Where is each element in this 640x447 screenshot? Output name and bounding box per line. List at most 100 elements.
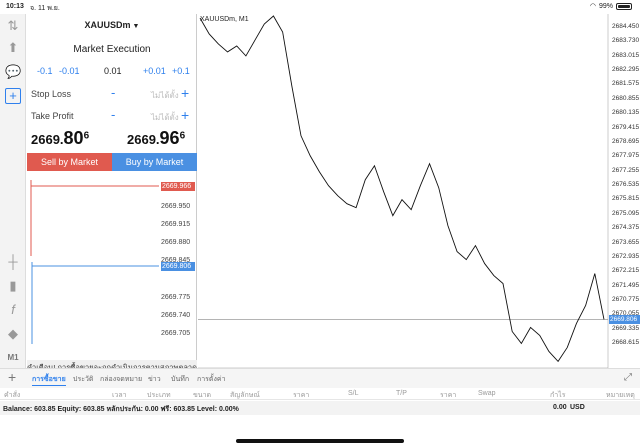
symbol-selector[interactable]: XAUUSDm ▼ — [27, 20, 197, 30]
price-tick-label: 2682.295 — [612, 66, 640, 73]
objects-icon[interactable]: ◆ — [5, 326, 21, 342]
lot-minus-001[interactable]: -0.01 — [59, 66, 80, 76]
price-tick-label: 2674.375 — [612, 224, 640, 232]
column-header: สัญลักษณ์ — [230, 392, 260, 399]
chart-type-icon[interactable]: ▮ — [5, 278, 21, 294]
column-header: เวลา — [112, 392, 127, 399]
balance-summary: Balance: 603.85 Equity: 603.85 หลักประกั… — [3, 406, 239, 413]
take-profit-plus[interactable]: + — [181, 107, 189, 123]
battery-percent: 99% — [598, 2, 613, 10]
expand-icon[interactable]: ⤢ — [624, 372, 632, 383]
account-currency: USD — [570, 404, 585, 411]
crosshair-icon[interactable]: ┼ — [5, 254, 21, 270]
stop-loss-value[interactable]: ไม่ได้ตั้ง — [151, 89, 179, 102]
take-profit-value[interactable]: ไม่ได้ตั้ง — [151, 111, 179, 124]
stop-loss-label: Stop Loss — [31, 89, 72, 99]
mini-scale-label: 2669.915 — [161, 221, 191, 228]
price-tick-label: 2681.575 — [612, 80, 640, 88]
lot-plus-001[interactable]: +0.01 — [143, 66, 166, 76]
wifi-icon: ◠ — [589, 3, 596, 10]
price-tick-label: 2672.215 — [612, 267, 640, 275]
chat-icon[interactable]: 💬 — [5, 64, 21, 80]
ask-big: 96 — [159, 128, 180, 148]
chevron-down-icon: ▼ — [132, 23, 140, 30]
price-tick-label: 2684.450 — [612, 22, 640, 30]
quotes-icon[interactable]: ⇅ — [5, 18, 21, 34]
price-tick-label: 2677.255 — [612, 166, 640, 174]
mini-scale-label: 2669.705 — [161, 330, 191, 337]
bid-sup: 6 — [83, 130, 90, 142]
sell-button[interactable]: Sell by Market — [27, 153, 112, 171]
price-tick-label: 2676.535 — [612, 181, 640, 188]
bid-big: 80 — [63, 128, 84, 148]
bid-tag: 2669.806 — [161, 262, 195, 271]
buy-button[interactable]: Buy by Market — [112, 153, 197, 171]
status-bar: 10:13 จ. 11 พ.ย. ◠ 99% — [0, 0, 640, 14]
execution-type[interactable]: Market Execution — [27, 44, 197, 55]
ask-tag: 2669.966 — [161, 182, 195, 191]
take-profit-label: Take Profit — [31, 111, 74, 121]
indicator-icon[interactable]: f — [5, 302, 21, 318]
trade-icon[interactable]: ⬆ — [5, 40, 21, 56]
chart-svg — [198, 14, 609, 369]
left-toolbar: ⇅ ⬆ 💬 + ┼ ▮ f ◆ M1 — [0, 14, 26, 388]
bid-main: 2669. — [31, 132, 64, 147]
take-profit-minus[interactable]: - — [111, 107, 115, 122]
column-header: ประเภท — [147, 392, 171, 399]
price-tick-label: 2670.775 — [612, 296, 640, 303]
mini-scale-label: 2669.950 — [161, 203, 191, 210]
tab-journal[interactable]: บันทึก — [171, 374, 189, 385]
price-tick-label: 2673.655 — [612, 238, 640, 246]
home-indicator — [236, 439, 404, 443]
column-header: S/L — [348, 390, 359, 397]
status-right: ◠ 99% — [590, 2, 632, 10]
trade-table-header: คำสั่ง เวลา ประเภท ขนาด สัญลักษณ์ ราคา S… — [0, 388, 640, 400]
bottom-tabs: + การซื้อขาย ประวัติ กล่องจดหมาย ข่าว บั… — [0, 368, 640, 388]
stop-loss-minus[interactable]: - — [111, 85, 115, 100]
status-time: 10:13 — [6, 3, 24, 10]
price-tick-label: 2669.335 — [612, 324, 640, 332]
column-header: ขนาด — [193, 392, 212, 399]
mini-scale-label: 2669.880 — [161, 239, 191, 246]
column-header: คำสั่ง — [4, 392, 21, 399]
price-series-line — [199, 15, 605, 363]
price-tick-label: 2675.815 — [612, 195, 640, 203]
tab-news[interactable]: ข่าว — [148, 374, 161, 385]
add-icon[interactable]: + — [8, 369, 16, 385]
lot-plus-01[interactable]: +0.1 — [172, 66, 190, 76]
bid-price: 2669.806 — [31, 128, 89, 154]
status-date: จ. 11 พ.ย. — [30, 5, 60, 12]
price-tick-label: 2677.975 — [612, 152, 640, 160]
column-header: T/P — [396, 390, 407, 397]
new-order-icon[interactable]: + — [5, 88, 21, 104]
ask-sup: 6 — [179, 130, 186, 142]
column-header: ราคา — [440, 392, 457, 399]
take-profit-row: Take Profit - ไม่ได้ตั้ง + — [27, 107, 197, 124]
total-profit: 0.00 — [553, 404, 567, 411]
mini-scale-label: 2669.740 — [161, 312, 191, 319]
tab-history[interactable]: ประวัติ — [73, 374, 93, 385]
lot-minus-01[interactable]: -0.1 — [37, 66, 53, 76]
current-price-tag: 2669.806 — [609, 314, 640, 324]
price-chart[interactable]: XAUUSDm, M1 2684.450 2683.730 2683.015 2682… — [198, 14, 640, 388]
price-tick-label: 2678.695 — [612, 137, 640, 145]
timeframe-button[interactable]: M1 — [5, 350, 21, 366]
price-tick-label: 2679.415 — [612, 123, 640, 131]
price-tick-label: 2672.935 — [612, 252, 640, 260]
lot-value[interactable]: 0.01 — [104, 66, 122, 76]
price-tick-label: 2668.615 — [612, 339, 640, 347]
mini-scale-label: 2669.775 — [161, 294, 191, 301]
price-tick-label: 2675.095 — [612, 209, 640, 217]
column-header: หมายเหตุ — [606, 392, 635, 399]
tick-chart: 2669.966 2669.950 2669.915 2669.880 2669… — [27, 174, 197, 356]
tab-mailbox[interactable]: กล่องจดหมาย — [100, 374, 142, 385]
order-panel: XAUUSDm ▼ Market Execution -0.1 -0.01 0.0… — [27, 14, 197, 388]
symbol-name: XAUUSDm — [84, 20, 131, 30]
tab-settings[interactable]: การตั้งค่า — [197, 374, 226, 385]
battery-icon — [616, 2, 632, 10]
stop-loss-plus[interactable]: + — [181, 85, 189, 101]
ask-price: 2669.966 — [127, 128, 185, 154]
tab-trade[interactable]: การซื้อขาย — [32, 374, 66, 386]
price-tick-label: 2680.855 — [612, 94, 640, 102]
price-tick-label: 2683.015 — [612, 51, 640, 59]
